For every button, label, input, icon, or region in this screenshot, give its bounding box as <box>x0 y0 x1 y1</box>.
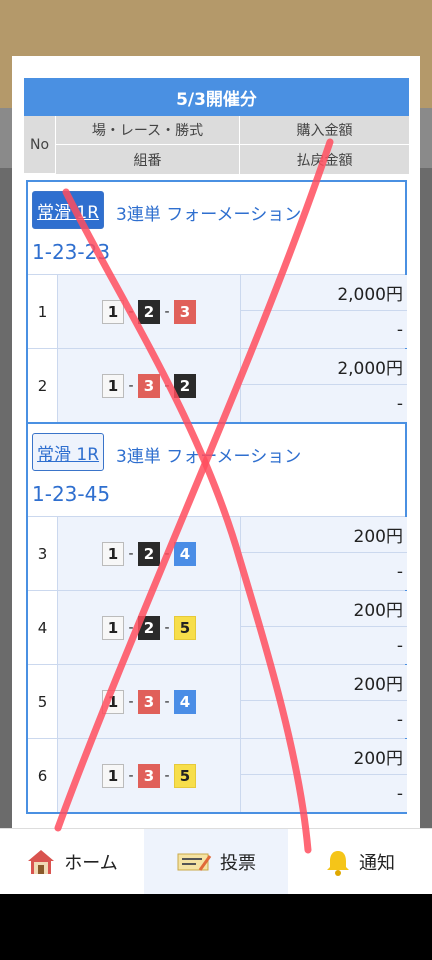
bottom-navigation: ホーム 投票 通知 <box>0 828 432 894</box>
nav-notify-label: 通知 <box>359 852 395 874</box>
boat-combination: 1- 3- 5 <box>58 739 241 812</box>
bet-type-label: 3連単 フォーメーション <box>116 205 302 225</box>
header-no: No <box>24 116 56 174</box>
combination-label: 1-23-45 <box>32 482 111 506</box>
boat-number: 1 <box>102 373 124 398</box>
table-row: 2 1- 3- 2 2,000円 - <box>28 348 407 422</box>
boat-number: 1 <box>102 689 124 714</box>
purchase-amount: 200円 <box>241 665 407 701</box>
boat-number: 1 <box>102 615 124 640</box>
payout-amount: - <box>241 775 407 812</box>
nav-vote-label: 投票 <box>220 852 256 874</box>
table-row: 3 1- 2- 4 200円 - <box>28 516 407 590</box>
boat-number: 3 <box>174 299 196 324</box>
row-no: 2 <box>28 349 58 422</box>
boat-number: 3 <box>138 373 160 398</box>
table-header: No 場・レース・勝式 購入金額 組番 払戻金額 <box>24 116 409 174</box>
purchase-amount: 200円 <box>241 517 407 553</box>
payout-amount: - <box>241 701 407 738</box>
payout-amount: - <box>241 311 407 348</box>
boat-number: 4 <box>174 689 196 714</box>
payout-amount: - <box>241 553 407 590</box>
boat-number: 1 <box>102 541 124 566</box>
race-link[interactable]: 常滑 1R <box>32 191 105 229</box>
row-no: 5 <box>28 665 58 738</box>
boat-number: 2 <box>138 615 160 640</box>
bell-icon <box>325 848 351 876</box>
row-no: 3 <box>28 517 58 590</box>
boat-number: 1 <box>102 299 124 324</box>
header-purchase-amount: 購入金額 <box>240 116 409 145</box>
boat-combination: 1- 2- 3 <box>58 275 241 348</box>
table-row: 1 1- 2- 3 2,000円 - <box>28 274 407 348</box>
boat-combination: 1- 3- 2 <box>58 349 241 422</box>
table-row: 4 1- 2- 5 200円 - <box>28 590 407 664</box>
race-link[interactable]: 常滑 1R <box>32 433 105 471</box>
ticket-icon <box>176 850 212 874</box>
nav-home-label: ホーム <box>64 852 118 874</box>
bet-type-label: 3連単 フォーメーション <box>116 447 302 467</box>
table-row: 5 1- 3- 4 200円 - <box>28 664 407 738</box>
nav-home[interactable]: ホーム <box>0 829 144 894</box>
bet-group: 常滑 1R 3連単 フォーメーション 1-23-23 1 1- 2- 3 2,0… <box>26 180 407 424</box>
payout-amount: - <box>241 627 407 664</box>
boat-number: 5 <box>174 763 196 788</box>
boat-number: 5 <box>174 615 196 640</box>
boat-combination: 1- 2- 5 <box>58 591 241 664</box>
row-no: 6 <box>28 739 58 812</box>
nav-vote[interactable]: 投票 <box>144 829 288 894</box>
boat-number: 1 <box>102 763 124 788</box>
boat-number: 2 <box>138 541 160 566</box>
header-combination: 組番 <box>56 145 240 174</box>
payout-amount: - <box>241 385 407 422</box>
modal-title: 5/3開催分 <box>24 78 409 116</box>
purchase-amount: 2,000円 <box>241 275 407 311</box>
boat-number: 4 <box>174 541 196 566</box>
purchase-amount: 2,000円 <box>241 349 407 385</box>
boat-number: 3 <box>138 689 160 714</box>
header-venue-race-type: 場・レース・勝式 <box>56 116 240 145</box>
bet-group: 常滑 1R 3連単 フォーメーション 1-23-45 3 1- 2- 4 200… <box>26 422 407 814</box>
boat-number: 2 <box>174 373 196 398</box>
boat-number: 3 <box>138 763 160 788</box>
nav-notify[interactable]: 通知 <box>288 829 432 894</box>
boat-number: 2 <box>138 299 160 324</box>
row-no: 4 <box>28 591 58 664</box>
purchase-amount: 200円 <box>241 591 407 627</box>
purchase-amount: 200円 <box>241 739 407 775</box>
header-payout: 払戻金額 <box>296 152 353 169</box>
combination-label: 1-23-23 <box>32 240 111 264</box>
boat-combination: 1- 2- 4 <box>58 517 241 590</box>
purchase-history-modal: 5/3開催分 No 場・レース・勝式 購入金額 組番 払戻金額 常滑 1R 3連… <box>12 56 420 828</box>
home-icon <box>26 848 56 876</box>
table-row: 6 1- 3- 5 200円 - <box>28 738 407 812</box>
row-no: 1 <box>28 275 58 348</box>
boat-combination: 1- 3- 4 <box>58 665 241 738</box>
